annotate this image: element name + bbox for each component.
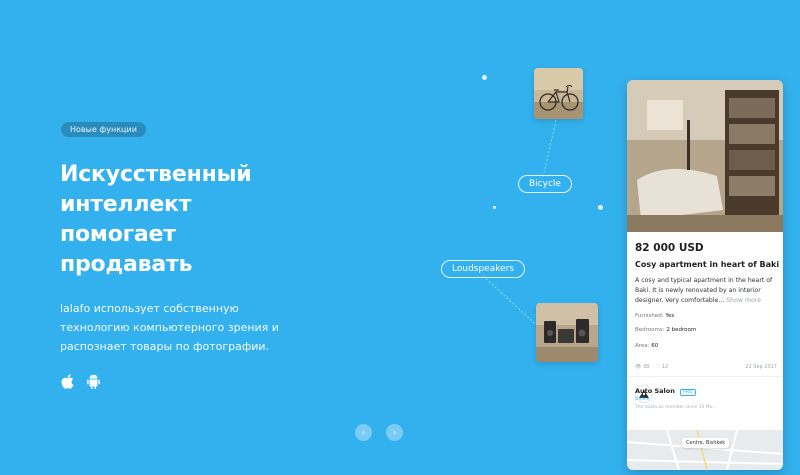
listing-photo[interactable]	[627, 80, 783, 232]
seller-name: Auto Salon	[635, 387, 675, 395]
slider-navigation: ‹ ›	[355, 424, 403, 441]
loudspeakers-thumbnail	[536, 303, 598, 362]
eye-icon: 👁	[635, 364, 642, 370]
loudspeakers-tag[interactable]: Loudspeakers	[441, 260, 526, 278]
apple-store-link[interactable]	[61, 374, 74, 389]
attribute-value: Yes	[665, 313, 675, 319]
chevron-left-icon: ‹	[361, 427, 366, 438]
seller-member-since: The lalafo.az member since 10 Mo...	[635, 405, 717, 410]
headline-line: продавать	[60, 252, 193, 277]
headline-line: Искусственный	[60, 162, 252, 187]
attribute-label: Area:	[635, 343, 650, 349]
android-store-link[interactable]	[87, 374, 100, 389]
headline-line: помогает	[60, 222, 176, 247]
stats-left: 👁 38 ♡ 12	[635, 364, 668, 370]
listing-price: 82 000 USD	[635, 242, 704, 254]
headline-line: интеллект	[60, 192, 192, 217]
bicycle-thumbnail	[534, 68, 583, 119]
seller-name-row[interactable]: Auto Salon PRO	[635, 387, 696, 396]
decor-dot	[482, 75, 487, 80]
description-line: lalafo использует собственную	[60, 302, 239, 315]
heart-icon: ♡	[655, 364, 661, 370]
hero-description: lalafo использует собственную технологию…	[60, 299, 290, 356]
attribute-row: Furnished: Yes	[635, 313, 674, 319]
attribute-label: Bedrooms:	[635, 327, 665, 333]
apple-icon	[61, 374, 74, 389]
attribute-value: 2 bedroom	[666, 327, 697, 333]
chevron-right-icon: ›	[392, 427, 397, 438]
prev-slide-button[interactable]: ‹	[355, 424, 372, 441]
decor-dot	[598, 205, 603, 210]
decor-dot	[493, 206, 496, 209]
bicycle-image	[534, 68, 583, 119]
next-slide-button[interactable]: ›	[386, 424, 403, 441]
listing-title[interactable]: Cosy apartment in heart of Baki	[635, 260, 779, 269]
bicycle-tag[interactable]: Bicycle	[518, 175, 572, 193]
attribute-label: Furnished:	[635, 313, 664, 319]
listing-description: A cosy and typical apartment in the hear…	[635, 276, 777, 306]
listing-stats: 👁 38 ♡ 12 22 Sep 2017	[635, 364, 777, 370]
hero-headline: Искусственный интеллект помогает продава…	[60, 160, 300, 280]
views-count: 38	[642, 364, 650, 370]
seller-online-status: Online	[635, 397, 650, 402]
loudspeakers-image	[536, 303, 598, 362]
listing-phone-mockup: 82 000 USD Cosy apartment in heart of Ba…	[627, 80, 783, 470]
store-links	[61, 374, 100, 389]
attribute-row: Bedrooms: 2 bedroom	[635, 327, 696, 333]
location-map[interactable]: Centre, Bishkek	[627, 429, 783, 470]
listing-date: 22 Sep 2017	[745, 364, 777, 370]
description-line: распознает товары по фотографии.	[60, 340, 270, 353]
attribute-value: 60	[651, 343, 659, 349]
attribute-row: Area: 60	[635, 343, 658, 349]
favorites-count: 12	[661, 364, 669, 370]
map-location-label: Centre, Bishkek	[682, 438, 730, 448]
map-background	[627, 429, 783, 470]
show-more-link[interactable]: Show more	[726, 297, 761, 304]
description-line: технологию компьютерного зрения и	[60, 321, 279, 334]
pro-badge: PRO	[680, 389, 696, 396]
android-icon	[87, 374, 100, 389]
new-features-badge: Новые функции	[61, 122, 146, 137]
divider	[627, 376, 783, 377]
